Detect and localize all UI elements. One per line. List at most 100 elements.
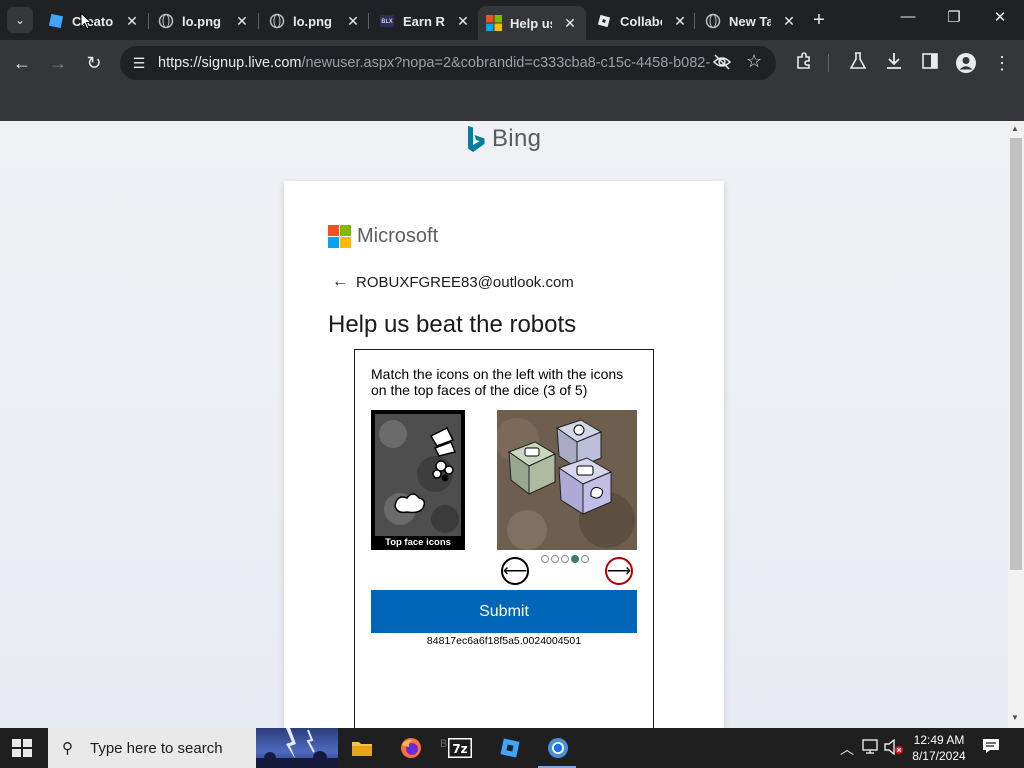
- new-tab-button[interactable]: +: [810, 10, 828, 30]
- address-bar[interactable]: ☰ https://signup.live.com/newuser.aspx?n…: [120, 46, 776, 80]
- tab-lo-png-2[interactable]: lo.png ✕: [261, 6, 369, 36]
- top-face-icons-panel: Top face icons: [371, 410, 465, 550]
- roblox-studio-taskbar-icon[interactable]: [498, 736, 522, 760]
- network-icon[interactable]: [862, 739, 880, 758]
- system-clock[interactable]: 12:49 AM 8/17/2024: [908, 732, 970, 764]
- tab-earn-robux[interactable]: BLX Earn Robux ✕: [371, 6, 479, 36]
- account-back-link[interactable]: ← ROBUXFGREE83@outlook.com: [332, 273, 574, 291]
- close-icon[interactable]: ✕: [455, 13, 471, 30]
- bookmarks-bar: [0, 86, 1024, 121]
- notifications-icon[interactable]: [982, 738, 1000, 759]
- extensions-button[interactable]: [793, 52, 815, 74]
- close-window-button[interactable]: ✕: [990, 8, 1010, 26]
- tab-title: Collaborate: [620, 13, 662, 29]
- microsoft-logo: Microsoft: [328, 225, 438, 248]
- tab-lo-png-1[interactable]: lo.png ✕: [150, 6, 258, 36]
- svg-text:7z: 7z: [452, 742, 467, 756]
- captcha-challenge: Match the icons on the left with the ico…: [354, 349, 654, 728]
- tray-overflow-icon[interactable]: ︿: [840, 739, 854, 759]
- bookmark-star-icon[interactable]: ☆: [746, 51, 762, 72]
- forward-button[interactable]: →: [47, 52, 69, 74]
- tab-search-button[interactable]: ⌄: [7, 7, 33, 33]
- reload-icon: ↻: [86, 53, 102, 73]
- tab-creator[interactable]: Creator ✕: [40, 6, 148, 36]
- plus-icon: +: [813, 9, 825, 31]
- profile-button[interactable]: [955, 52, 977, 74]
- close-icon[interactable]: ✕: [124, 13, 140, 30]
- scroll-down-arrow-icon[interactable]: ▼: [1011, 713, 1019, 722]
- downloads-button[interactable]: [883, 52, 905, 74]
- clock-date: 8/17/2024: [912, 749, 966, 763]
- url-path: /newuser.aspx?nopa=2&cobrandid=c333cba8-…: [301, 55, 710, 71]
- scroll-up-arrow-icon[interactable]: ▲: [1011, 124, 1019, 133]
- signup-card: Microsoft ← ROBUXFGREE83@outlook.com Hel…: [284, 181, 724, 728]
- tracking-protection-icon[interactable]: [712, 53, 732, 74]
- tab-title: Help us beat the robots: [510, 15, 552, 31]
- volume-muted-icon[interactable]: [884, 738, 904, 758]
- previous-image-button[interactable]: ⟵: [501, 557, 529, 585]
- side-panel-button[interactable]: [919, 52, 941, 74]
- bing-logo-icon: [468, 126, 485, 152]
- tab-divider: [258, 13, 259, 29]
- labs-button[interactable]: [847, 52, 869, 74]
- pager-dot: [541, 555, 549, 563]
- restore-button[interactable]: ❐: [944, 8, 964, 26]
- chevron-down-icon: ⌄: [14, 13, 26, 27]
- tab-new-tab[interactable]: New Tab ✕: [697, 6, 805, 36]
- account-email: ROBUXFGREE83@outlook.com: [356, 273, 574, 291]
- url-text[interactable]: https://signup.live.com/newuser.aspx?nop…: [158, 55, 710, 71]
- clock-time: 12:49 AM: [913, 733, 965, 747]
- globe-icon: [269, 13, 285, 29]
- file-explorer-icon[interactable]: [350, 736, 374, 760]
- submit-button[interactable]: Submit: [371, 590, 637, 633]
- bing-logo: Bing: [466, 125, 541, 153]
- back-button[interactable]: ←: [11, 52, 33, 74]
- svg-text:BLX: BLX: [381, 18, 393, 25]
- pager-dot: [551, 555, 559, 563]
- arrow-right-icon: ⟶: [606, 561, 632, 580]
- tab-collaborate[interactable]: Collaborate ✕: [588, 6, 696, 36]
- tab-title: lo.png: [293, 13, 332, 29]
- chrome-icon[interactable]: [546, 736, 570, 760]
- flask-icon: [849, 52, 867, 74]
- mouse-cursor-icon: [80, 12, 92, 30]
- start-button[interactable]: [12, 739, 32, 757]
- pager-dot-active: [571, 555, 579, 563]
- close-icon[interactable]: ✕: [672, 13, 688, 30]
- pager-dot: [581, 555, 589, 563]
- menu-button[interactable]: ⋮: [991, 52, 1013, 74]
- site-info-icon[interactable]: ☰: [128, 55, 150, 72]
- arrow-left-icon: ←: [13, 53, 31, 73]
- search-highlight-image: [256, 728, 338, 768]
- roblox-icon: [596, 13, 612, 29]
- minimize-button[interactable]: —: [898, 8, 918, 25]
- close-icon[interactable]: ✕: [234, 13, 250, 30]
- reload-button[interactable]: ↻: [83, 52, 105, 74]
- icon-reference-image: [375, 414, 461, 536]
- search-placeholder: Type here to search: [90, 739, 223, 757]
- next-image-button[interactable]: ⟶: [605, 557, 633, 585]
- icons-caption: Top face icons: [385, 537, 451, 548]
- dice-image[interactable]: [497, 410, 637, 550]
- page-content: Bing Microsoft ← ROBUXFGREE83@outlook.co…: [0, 121, 1008, 728]
- close-icon[interactable]: ✕: [345, 13, 361, 30]
- avatar-icon: [955, 53, 977, 78]
- arrow-left-icon: ←: [332, 273, 348, 290]
- bing-wordmark: Bing: [492, 125, 542, 152]
- close-icon[interactable]: ✕: [562, 15, 578, 32]
- firefox-icon[interactable]: [399, 736, 423, 760]
- tab-divider: [148, 13, 149, 29]
- browser-tab-strip: ⌄ Creator ✕ lo.png ✕ lo.png ✕ BLX Earn R…: [0, 0, 1024, 40]
- scrollbar-thumb[interactable]: [1010, 138, 1022, 570]
- tab-help-us-beat-the-robots[interactable]: Help us beat the robots ✕: [478, 6, 586, 40]
- url-host: https://signup.live.com: [158, 55, 302, 71]
- windows-taskbar: ⚲ Type here to search 7z B ︿ 12:49 AM 8/…: [0, 728, 1024, 768]
- browser-toolbar: ← → ↻ ☰ https://signup.live.com/newuser.…: [0, 40, 1024, 86]
- close-icon: ✕: [993, 9, 1007, 26]
- session-id: 84817ec6a6f18f5a5.0024004501: [426, 635, 582, 647]
- 7zip-icon[interactable]: 7z: [448, 736, 472, 760]
- close-icon[interactable]: ✕: [781, 13, 797, 30]
- pager-dot: [561, 555, 569, 563]
- toolbar-divider: [828, 54, 829, 72]
- microsoft-wordmark: Microsoft: [357, 225, 439, 247]
